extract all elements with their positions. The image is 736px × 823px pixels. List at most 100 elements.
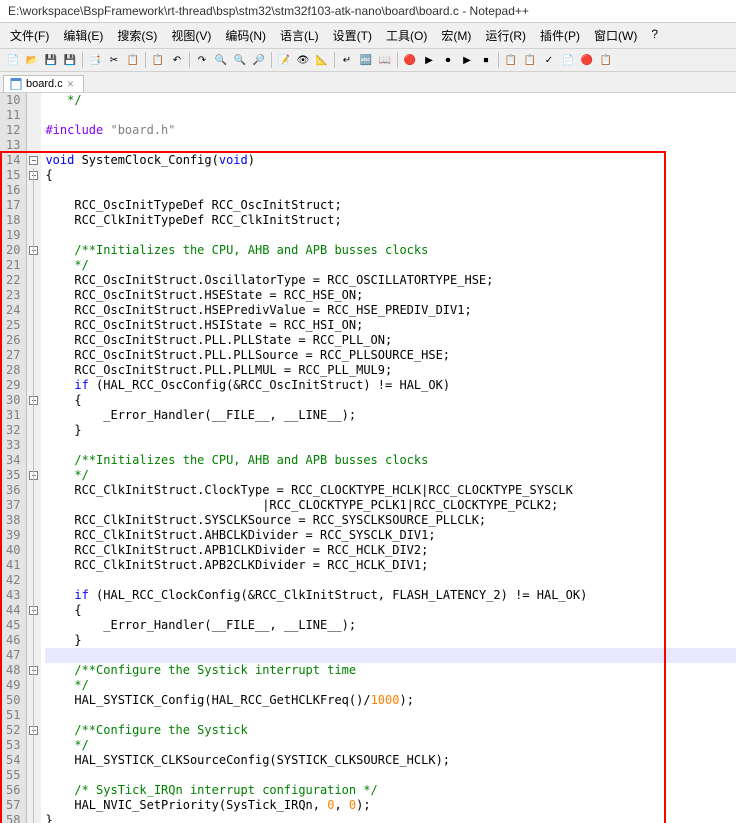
code-line[interactable]: /**Configure the Systick: [45, 723, 736, 738]
toolbar-button[interactable]: 💾: [42, 51, 60, 69]
code-line[interactable]: HAL_SYSTICK_Config(HAL_RCC_GetHCLKFreq()…: [45, 693, 736, 708]
toolbar-button[interactable]: 📋: [502, 51, 520, 69]
code-line[interactable]: }: [45, 813, 736, 823]
code-line[interactable]: RCC_ClkInitStruct.ClockType = RCC_CLOCKT…: [45, 483, 736, 498]
file-tab[interactable]: board.c ✕: [3, 75, 84, 92]
code-line[interactable]: }: [45, 423, 736, 438]
fold-toggle[interactable]: −: [29, 156, 38, 165]
menu-item[interactable]: ?: [645, 25, 664, 46]
toolbar-button[interactable]: ⏹: [477, 51, 495, 69]
code-line[interactable]: [45, 108, 736, 123]
toolbar-button[interactable]: 📄: [4, 51, 22, 69]
toolbar-button[interactable]: 🔎: [250, 51, 268, 69]
code-line[interactable]: [45, 438, 736, 453]
code-line[interactable]: RCC_OscInitStruct.HSIState = RCC_HSI_ON;: [45, 318, 736, 333]
menu-bar: 文件(F)编辑(E)搜索(S)视图(V)编码(N)语言(L)设置(T)工具(O)…: [0, 23, 736, 49]
toolbar-button[interactable]: ↷: [193, 51, 211, 69]
toolbar-button[interactable]: ▶: [458, 51, 476, 69]
code-line[interactable]: RCC_ClkInitStruct.APB2CLKDivider = RCC_H…: [45, 558, 736, 573]
code-line[interactable]: RCC_ClkInitTypeDef RCC_ClkInitStruct;: [45, 213, 736, 228]
code-line[interactable]: HAL_SYSTICK_CLKSourceConfig(SYSTICK_CLKS…: [45, 753, 736, 768]
code-line[interactable]: RCC_ClkInitStruct.APB1CLKDivider = RCC_H…: [45, 543, 736, 558]
toolbar-button[interactable]: ✓: [540, 51, 558, 69]
code-line[interactable]: /* SysTick_IRQn interrupt configuration …: [45, 783, 736, 798]
menu-item[interactable]: 工具(O): [380, 25, 433, 46]
tab-close-icon[interactable]: ✕: [67, 79, 77, 89]
toolbar-button[interactable]: ▶: [420, 51, 438, 69]
code-line[interactable]: if (HAL_RCC_OscConfig(&RCC_OscInitStruct…: [45, 378, 736, 393]
menu-item[interactable]: 文件(F): [4, 25, 55, 46]
toolbar-button[interactable]: 📑: [86, 51, 104, 69]
toolbar-button[interactable]: 📄: [559, 51, 577, 69]
menu-item[interactable]: 视图(V): [165, 25, 217, 46]
menu-item[interactable]: 搜索(S): [111, 25, 163, 46]
toolbar-button[interactable]: 📋: [124, 51, 142, 69]
menu-item[interactable]: 运行(R): [479, 25, 532, 46]
code-line[interactable]: RCC_OscInitStruct.OscillatorType = RCC_O…: [45, 273, 736, 288]
code-line[interactable]: */: [45, 93, 736, 108]
line-number: 51: [6, 708, 20, 723]
toolbar-button[interactable]: 🔴: [401, 51, 419, 69]
toolbar-button[interactable]: 📐: [313, 51, 331, 69]
code-line[interactable]: void SystemClock_Config(void): [45, 153, 736, 168]
toolbar-button[interactable]: ⏺: [439, 51, 457, 69]
toolbar-button[interactable]: ✂: [105, 51, 123, 69]
toolbar-button[interactable]: 👁: [294, 51, 312, 69]
code-line[interactable]: */: [45, 678, 736, 693]
code-line[interactable]: |RCC_CLOCKTYPE_PCLK1|RCC_CLOCKTYPE_PCLK2…: [45, 498, 736, 513]
code-line[interactable]: {: [45, 393, 736, 408]
code-line[interactable]: [45, 228, 736, 243]
toolbar-button[interactable]: 📋: [597, 51, 615, 69]
toolbar-button[interactable]: 🔍: [212, 51, 230, 69]
code-line[interactable]: */: [45, 738, 736, 753]
toolbar-button[interactable]: 🔴: [578, 51, 596, 69]
menu-item[interactable]: 编辑(E): [57, 25, 109, 46]
menu-item[interactable]: 设置(T): [327, 25, 378, 46]
code-line[interactable]: RCC_OscInitStruct.PLL.PLLSource = RCC_PL…: [45, 348, 736, 363]
toolbar-button[interactable]: ↵: [338, 51, 356, 69]
code-line[interactable]: [45, 768, 736, 783]
code-line[interactable]: RCC_ClkInitStruct.SYSCLKSource = RCC_SYS…: [45, 513, 736, 528]
toolbar-button[interactable]: 🔍: [231, 51, 249, 69]
menu-item[interactable]: 编码(N): [219, 25, 272, 46]
line-number: 50: [6, 693, 20, 708]
code-line[interactable]: HAL_NVIC_SetPriority(SysTick_IRQn, 0, 0)…: [45, 798, 736, 813]
code-line[interactable]: [45, 138, 736, 153]
toolbar-button[interactable]: 🔤: [357, 51, 375, 69]
code-line[interactable]: */: [45, 258, 736, 273]
toolbar-button[interactable]: 💾: [61, 51, 79, 69]
code-line[interactable]: RCC_OscInitStruct.HSEState = RCC_HSE_ON;: [45, 288, 736, 303]
editor[interactable]: 1011121314151617181920212223242526272829…: [0, 93, 736, 823]
code-line[interactable]: _Error_Handler(__FILE__, __LINE__);: [45, 618, 736, 633]
toolbar-button[interactable]: ↶: [168, 51, 186, 69]
code-line[interactable]: {: [45, 603, 736, 618]
toolbar-button[interactable]: 📝: [275, 51, 293, 69]
code-line[interactable]: [45, 648, 736, 663]
code-line[interactable]: RCC_OscInitStruct.PLL.PLLState = RCC_PLL…: [45, 333, 736, 348]
code-line[interactable]: RCC_OscInitStruct.HSEPredivValue = RCC_H…: [45, 303, 736, 318]
menu-item[interactable]: 宏(M): [435, 25, 477, 46]
code-line[interactable]: [45, 183, 736, 198]
menu-item[interactable]: 窗口(W): [588, 25, 643, 46]
toolbar-button[interactable]: 📖: [376, 51, 394, 69]
code-area[interactable]: */ #include "board.h" void SystemClock_Con…: [41, 93, 736, 823]
code-line[interactable]: [45, 708, 736, 723]
code-line[interactable]: {: [45, 168, 736, 183]
code-line[interactable]: RCC_ClkInitStruct.AHBCLKDivider = RCC_SY…: [45, 528, 736, 543]
code-line[interactable]: /**Initializes the CPU, AHB and APB buss…: [45, 453, 736, 468]
code-line[interactable]: [45, 573, 736, 588]
code-line[interactable]: }: [45, 633, 736, 648]
toolbar-button[interactable]: 📋: [149, 51, 167, 69]
toolbar-button[interactable]: 📂: [23, 51, 41, 69]
menu-item[interactable]: 插件(P): [534, 25, 586, 46]
menu-item[interactable]: 语言(L): [274, 25, 325, 46]
code-line[interactable]: */: [45, 468, 736, 483]
code-line[interactable]: RCC_OscInitTypeDef RCC_OscInitStruct;: [45, 198, 736, 213]
code-line[interactable]: /**Initializes the CPU, AHB and APB buss…: [45, 243, 736, 258]
code-line[interactable]: if (HAL_RCC_ClockConfig(&RCC_ClkInitStru…: [45, 588, 736, 603]
code-line[interactable]: /**Configure the Systick interrupt time: [45, 663, 736, 678]
toolbar-button[interactable]: 📋: [521, 51, 539, 69]
code-line[interactable]: RCC_OscInitStruct.PLL.PLLMUL = RCC_PLL_M…: [45, 363, 736, 378]
code-line[interactable]: #include "board.h": [45, 123, 736, 138]
code-line[interactable]: _Error_Handler(__FILE__, __LINE__);: [45, 408, 736, 423]
